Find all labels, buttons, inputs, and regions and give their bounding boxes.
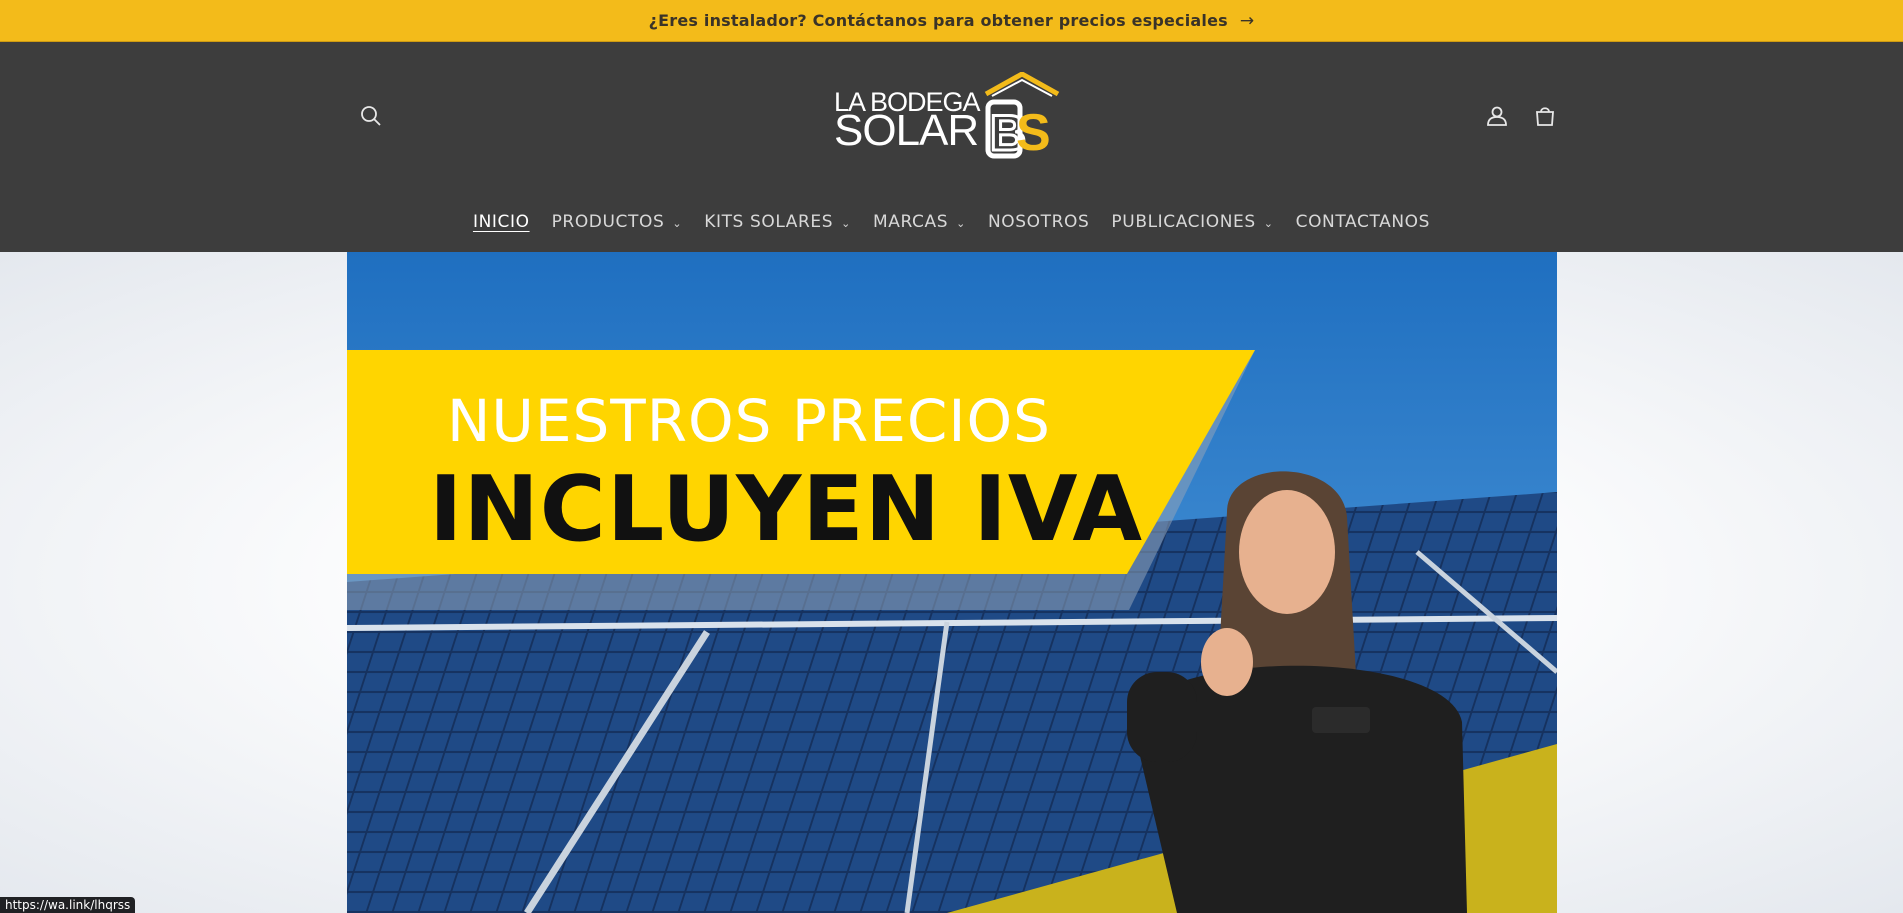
site-logo[interactable]: LA BODEGA SOLAR B S <box>834 72 1070 162</box>
site-header: LA BODEGA SOLAR B S INICIO PRODUCTOS ⌄ KI… <box>0 42 1903 252</box>
main-nav: INICIO PRODUCTOS ⌄ KITS SOLARES ⌄ MARCAS ⌄ … <box>0 202 1903 242</box>
svg-text:S: S <box>1016 104 1051 160</box>
nav-label[interactable]: CONTACTANOS <box>1296 212 1430 232</box>
chevron-down-icon[interactable]: ⌄ <box>1264 217 1274 230</box>
chevron-down-icon[interactable]: ⌄ <box>956 217 966 230</box>
status-bar-url: https://wa.link/lhqrss <box>0 897 136 913</box>
nav-label[interactable]: PRODUCTOS <box>552 212 665 232</box>
nav-label[interactable]: PUBLICACIONES <box>1111 212 1255 232</box>
account-icon[interactable] <box>1477 96 1517 136</box>
nav-item-productos[interactable]: PRODUCTOS ⌄ <box>552 212 683 232</box>
nav-item-nosotros[interactable]: NOSOTROS <box>988 212 1089 232</box>
nav-item-publicaciones[interactable]: PUBLICACIONES ⌄ <box>1111 212 1273 232</box>
nav-label[interactable]: KITS SOLARES <box>704 212 833 232</box>
nav-item-marcas[interactable]: MARCAS ⌄ <box>873 212 966 232</box>
cart-icon[interactable] <box>1525 96 1565 136</box>
nav-label[interactable]: MARCAS <box>873 212 948 232</box>
hero-headline-small: NUESTROS PRECIOS <box>447 387 1051 455</box>
announcement-text[interactable]: ¿Eres instalador? Contáctanos para obten… <box>649 11 1228 30</box>
nav-label[interactable]: INICIO <box>473 212 530 232</box>
nav-item-inicio[interactable]: INICIO <box>473 212 530 232</box>
chevron-down-icon[interactable]: ⌄ <box>841 217 851 230</box>
nav-item-contactanos[interactable]: CONTACTANOS <box>1296 212 1430 232</box>
logo-line-2: SOLAR <box>834 106 979 155</box>
nav-label[interactable]: NOSOTROS <box>988 212 1089 232</box>
logo-mark-icon: B S <box>984 72 1060 160</box>
hero-banner[interactable]: NUESTROS PRECIOS INCLUYEN IVA <box>347 252 1557 913</box>
search-icon[interactable] <box>351 96 391 136</box>
hero-banner-art <box>347 252 1557 913</box>
chevron-down-icon[interactable]: ⌄ <box>672 217 682 230</box>
nav-item-kits-solares[interactable]: KITS SOLARES ⌄ <box>704 212 851 232</box>
arrow-right-icon[interactable]: → <box>1240 11 1254 31</box>
announcement-bar[interactable]: ¿Eres instalador? Contáctanos para obten… <box>0 0 1903 42</box>
hero-headline-big: INCLUYEN IVA <box>429 457 1144 562</box>
